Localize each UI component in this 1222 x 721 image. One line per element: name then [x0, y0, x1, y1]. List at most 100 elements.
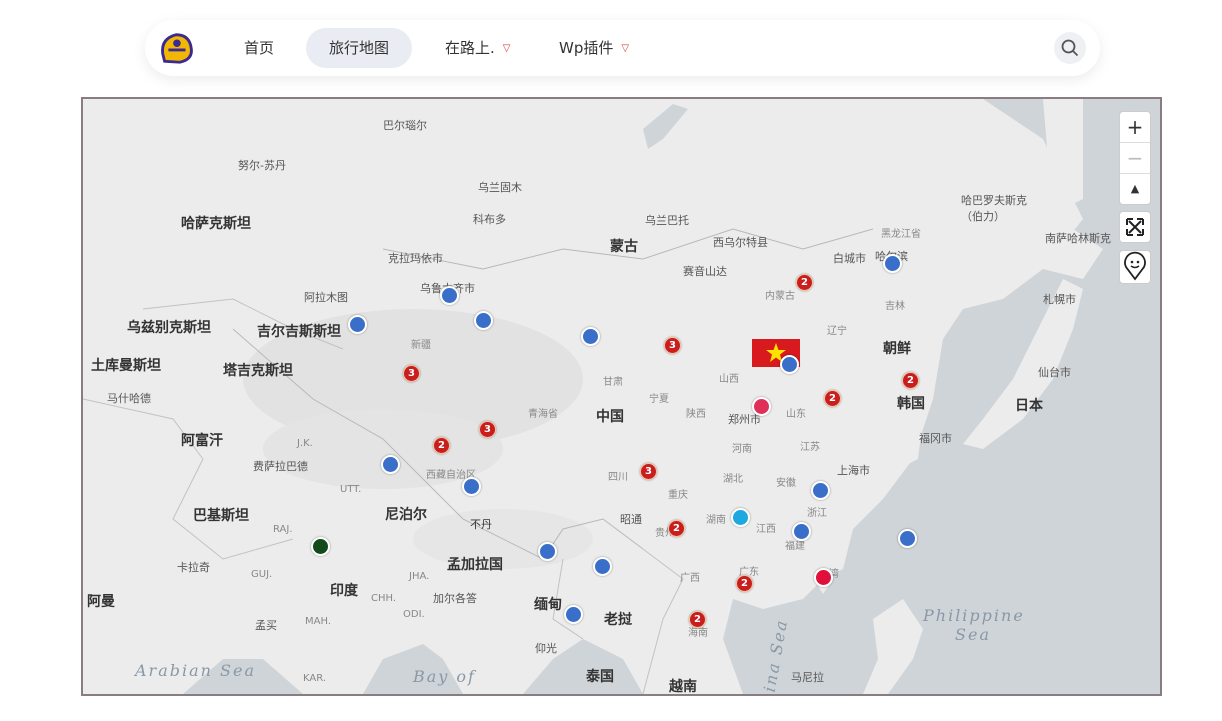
city-label: 乌兰巴托	[645, 214, 689, 227]
travel-marker[interactable]	[564, 605, 583, 624]
country-label: 孟加拉国	[447, 557, 503, 573]
city-label: 西乌尔特县	[713, 236, 768, 249]
cluster-badge[interactable]: 2	[433, 437, 450, 454]
country-label: 吉尔吉斯斯坦	[257, 324, 341, 340]
search-button[interactable]	[1054, 32, 1086, 64]
chevron-down-icon: ▽	[621, 43, 630, 54]
city-label: 卡拉奇	[177, 561, 210, 574]
cluster-badge[interactable]: 2	[824, 390, 841, 407]
city-label: 巴尔瑙尔	[383, 119, 427, 132]
travel-marker[interactable]	[538, 542, 557, 561]
city-label: 费萨拉巴德	[253, 460, 308, 473]
city-label: 南萨哈林斯克	[1045, 232, 1111, 245]
cluster-badge[interactable]: 3	[403, 365, 420, 382]
sea-label: Bay of	[413, 667, 476, 686]
compass-button[interactable]: ▲	[1120, 173, 1150, 204]
travel-marker[interactable]	[814, 568, 833, 587]
chevron-down-icon: ▽	[502, 43, 511, 54]
province-label: 重庆	[668, 490, 688, 501]
city-label: 福冈市	[919, 432, 952, 445]
travel-map[interactable]: 巴尔瑙尔 努尔-苏丹 乌兰固木 科布多 乌兰巴托 西乌尔特县 克拉玛依市 阿拉木…	[81, 97, 1162, 696]
cluster-badge[interactable]: 2	[902, 372, 919, 389]
province-label: 吉林	[885, 301, 905, 312]
province-label: CHH.	[371, 593, 397, 604]
nav-home[interactable]: 首页	[221, 28, 297, 68]
nav-travel-map[interactable]: 旅行地图	[306, 28, 413, 68]
country-label: 韩国	[897, 396, 925, 412]
travel-marker[interactable]	[898, 529, 917, 548]
zoom-control: + − ▲	[1119, 111, 1151, 205]
city-label: 赛音山达	[683, 265, 727, 278]
nav-wp-plugins[interactable]: Wp插件 ▽	[536, 28, 652, 68]
cluster-badge[interactable]: 2	[668, 520, 685, 537]
province-label: 湖南	[706, 515, 726, 526]
travel-marker[interactable]	[581, 327, 600, 346]
travel-marker[interactable]	[462, 477, 481, 496]
country-label: 阿曼	[87, 594, 115, 610]
travel-marker[interactable]	[474, 311, 493, 330]
travel-marker[interactable]	[593, 557, 612, 576]
province-label: 安徽	[776, 478, 796, 489]
nav-on-the-road-label: 在路上.	[445, 39, 495, 57]
province-label: MAH.	[305, 616, 331, 627]
travel-marker[interactable]	[780, 355, 799, 374]
travel-marker[interactable]	[752, 397, 771, 416]
map-base-layer	[83, 99, 1160, 694]
province-label: 辽宁	[827, 326, 847, 337]
city-label: 孟买	[255, 619, 277, 632]
travel-marker[interactable]	[440, 286, 459, 305]
cluster-badge[interactable]: 2	[689, 611, 706, 628]
province-label: J.K.	[297, 438, 313, 449]
top-nav: 首页 旅行地图 在路上. ▽ Wp插件 ▽	[145, 20, 1100, 76]
city-label: 马尼拉	[791, 671, 824, 684]
fullscreen-icon	[1126, 218, 1144, 236]
nav-on-the-road[interactable]: 在路上. ▽	[422, 28, 533, 68]
country-label: 不丹	[470, 518, 492, 531]
travel-marker[interactable]	[883, 254, 902, 273]
city-label: 乌兰固木	[478, 181, 522, 194]
travel-marker[interactable]	[811, 481, 830, 500]
cluster-badge[interactable]: 3	[479, 421, 496, 438]
city-label: 昭通	[620, 513, 642, 526]
travel-marker[interactable]	[348, 315, 367, 334]
zoom-out-button[interactable]: −	[1120, 142, 1150, 173]
province-label: JHA.	[409, 571, 430, 582]
city-label: 仰光	[535, 642, 557, 655]
city-label: 克拉玛依市	[388, 252, 443, 265]
country-label: 朝鲜	[883, 341, 911, 357]
country-label: 阿富汗	[181, 433, 223, 449]
country-label: 巴基斯坦	[193, 508, 249, 524]
province-label: 江苏	[800, 442, 820, 453]
province-label: ODI.	[403, 609, 425, 620]
nav-wp-plugins-label: Wp插件	[559, 39, 614, 57]
cluster-badge[interactable]: 2	[796, 274, 813, 291]
province-label: 河南	[732, 444, 752, 455]
province-label: 山西	[719, 374, 739, 385]
province-label: 宁夏	[649, 394, 669, 405]
country-label: 土库曼斯坦	[91, 358, 161, 374]
province-label: 陕西	[686, 409, 706, 420]
city-label: 阿拉木图	[304, 291, 348, 304]
travel-marker[interactable]	[792, 522, 811, 541]
site-logo[interactable]	[157, 29, 195, 67]
province-label: 湖北	[723, 474, 743, 485]
province-label: UTT.	[340, 484, 362, 495]
cluster-badge[interactable]: 2	[736, 575, 753, 592]
travel-marker[interactable]	[311, 537, 330, 556]
city-label: 努尔-苏丹	[238, 159, 286, 172]
city-label: 哈巴罗夫斯克（伯力）	[961, 194, 1027, 223]
cluster-badge[interactable]: 3	[664, 337, 681, 354]
travel-marker[interactable]	[381, 455, 400, 474]
cluster-badge[interactable]: 3	[640, 463, 657, 480]
province-label: 广西	[680, 573, 700, 584]
city-label: 上海市	[837, 464, 870, 477]
country-label: 哈萨克斯坦	[181, 216, 251, 232]
zoom-in-button[interactable]: +	[1120, 112, 1150, 142]
travel-marker[interactable]	[731, 508, 750, 527]
province-label: 江西	[756, 524, 776, 535]
fullscreen-button[interactable]	[1119, 211, 1151, 243]
province-label: RAJ.	[273, 524, 293, 535]
province-label: 内蒙古	[765, 291, 795, 302]
locate-button[interactable]	[1119, 250, 1151, 284]
country-label: 中国	[596, 409, 624, 425]
